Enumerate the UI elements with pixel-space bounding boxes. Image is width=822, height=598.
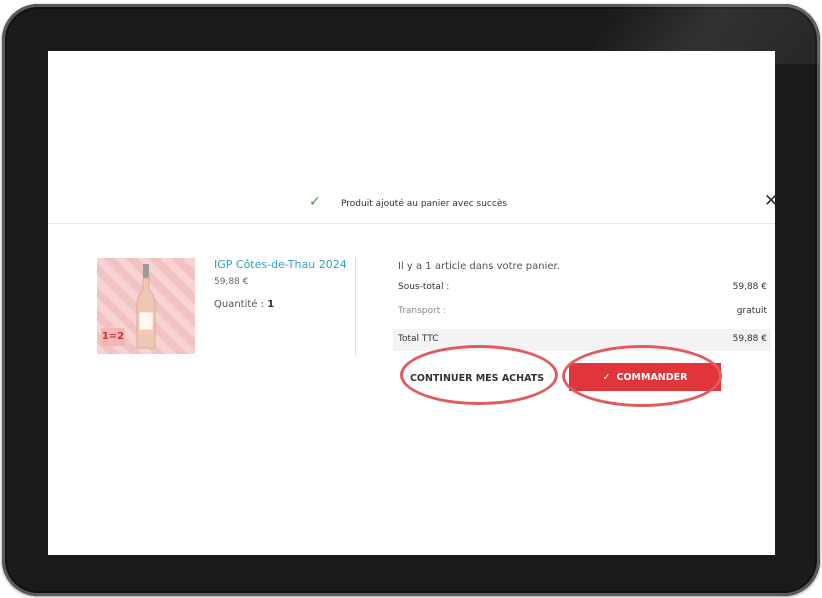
order-button-label: COMMANDER bbox=[616, 371, 688, 383]
product-name[interactable]: IGP Côtes-de-Thau 2024 bbox=[214, 258, 347, 271]
total-label: Total TTC bbox=[398, 334, 439, 344]
tablet-frame: ✓ Produit ajouté au panier avec succès ✕… bbox=[2, 4, 820, 596]
subtotal-label: Sous-total : bbox=[398, 282, 450, 292]
transport-value: gratuit bbox=[736, 306, 767, 316]
subtotal-row: Sous-total : 59,88 € bbox=[393, 277, 771, 299]
order-button[interactable]: ✓ COMMANDER bbox=[569, 363, 721, 391]
wine-bottle-icon bbox=[136, 264, 156, 349]
quantity-label: Quantité : bbox=[214, 299, 264, 310]
product-image: 1=2 bbox=[97, 258, 195, 354]
transport-label: Transport : bbox=[398, 306, 447, 316]
divider bbox=[355, 258, 356, 356]
cart-modal: ✓ Produit ajouté au panier avec succès ✕… bbox=[48, 51, 778, 555]
subtotal-value: 59,88 € bbox=[732, 282, 767, 292]
transport-row: Transport : gratuit bbox=[393, 301, 771, 323]
check-icon: ✓ bbox=[602, 371, 611, 383]
total-value: 59,88 € bbox=[732, 334, 767, 344]
quantity-value: 1 bbox=[267, 299, 275, 310]
notice-text: Produit ajouté au panier avec succès bbox=[341, 199, 508, 209]
close-icon[interactable]: ✕ bbox=[764, 191, 778, 211]
success-notice: ✓ Produit ajouté au panier avec succès ✕ bbox=[48, 187, 778, 224]
continue-shopping-button[interactable]: CONTINUER MES ACHATS bbox=[400, 363, 554, 393]
cart-summary-title: Il y a 1 article dans votre panier. bbox=[398, 261, 560, 272]
product-price: 59,88 € bbox=[214, 277, 249, 287]
check-icon: ✓ bbox=[309, 194, 321, 210]
promo-badge: 1=2 bbox=[101, 328, 125, 346]
total-row: Total TTC 59,88 € bbox=[393, 329, 771, 351]
product-quantity: Quantité : 1 bbox=[214, 299, 274, 310]
